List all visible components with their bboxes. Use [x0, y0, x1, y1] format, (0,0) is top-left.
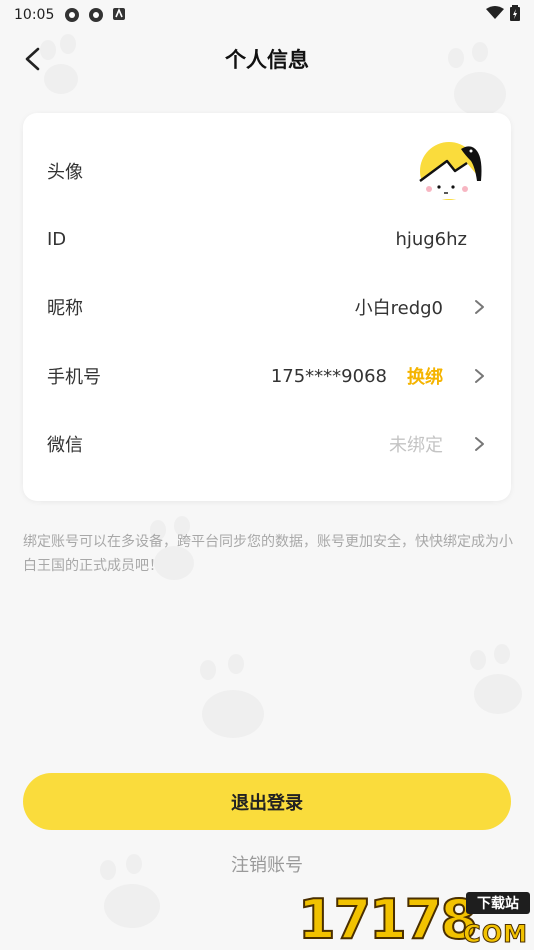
app-notification-icon-2 [88, 7, 104, 23]
avatar-row[interactable]: 头像 [23, 137, 511, 205]
wechat-label: 微信 [47, 435, 83, 456]
chevron-left-icon [25, 47, 40, 71]
binding-note: 绑定账号可以在多设备，跨平台同步您的数据，账号更加安全，快快绑定成为小白王国的正… [23, 534, 513, 574]
chevron-right-icon [475, 437, 484, 451]
chevron-right-icon [475, 369, 484, 383]
cancel-account-link[interactable]: 注销账号 [0, 851, 534, 877]
nickname-value: 小白redg0 [354, 298, 443, 319]
watermark-tag: 下载站 [466, 892, 530, 914]
chevron-right-icon [475, 300, 484, 314]
nickname-label: 昵称 [47, 298, 83, 319]
android-notification-icon [112, 7, 128, 23]
avatar-label: 头像 [47, 162, 83, 183]
status-time: 10:05 [14, 7, 55, 23]
phone-value: 175****9068 [270, 365, 387, 387]
watermark-digits: 17178 [297, 888, 479, 950]
phone-row[interactable]: 手机号 175****9068 换绑 [23, 342, 511, 410]
page-title: 个人信息 [225, 48, 309, 72]
id-value: hjug6hz [395, 228, 467, 250]
avatar[interactable] [417, 141, 487, 201]
back-button[interactable] [18, 44, 48, 74]
nickname-row[interactable]: 昵称 小白redg0 [23, 273, 511, 341]
id-row: ID hjug6hz [23, 205, 511, 273]
wechat-status: 未绑定 [389, 435, 443, 456]
id-label: ID [47, 228, 67, 250]
wechat-row[interactable]: 微信 未绑定 [23, 410, 511, 478]
battery-icon [510, 5, 520, 25]
profile-card: 头像 ID hjug6hz 昵称 小白redg0 手机号 175****9068… [23, 113, 511, 501]
site-watermark-logo: 17178 下载站 COM [297, 888, 530, 950]
wifi-icon [486, 6, 504, 24]
phone-label: 手机号 [47, 367, 101, 388]
phone-rebind-button[interactable]: 换绑 [407, 363, 443, 389]
status-bar: 10:05 [0, 0, 534, 30]
logout-button[interactable]: 退出登录 [23, 773, 511, 830]
app-notification-icon [64, 7, 80, 23]
title-bar: 个人信息 [0, 36, 534, 82]
watermark-com: COM [463, 920, 528, 949]
